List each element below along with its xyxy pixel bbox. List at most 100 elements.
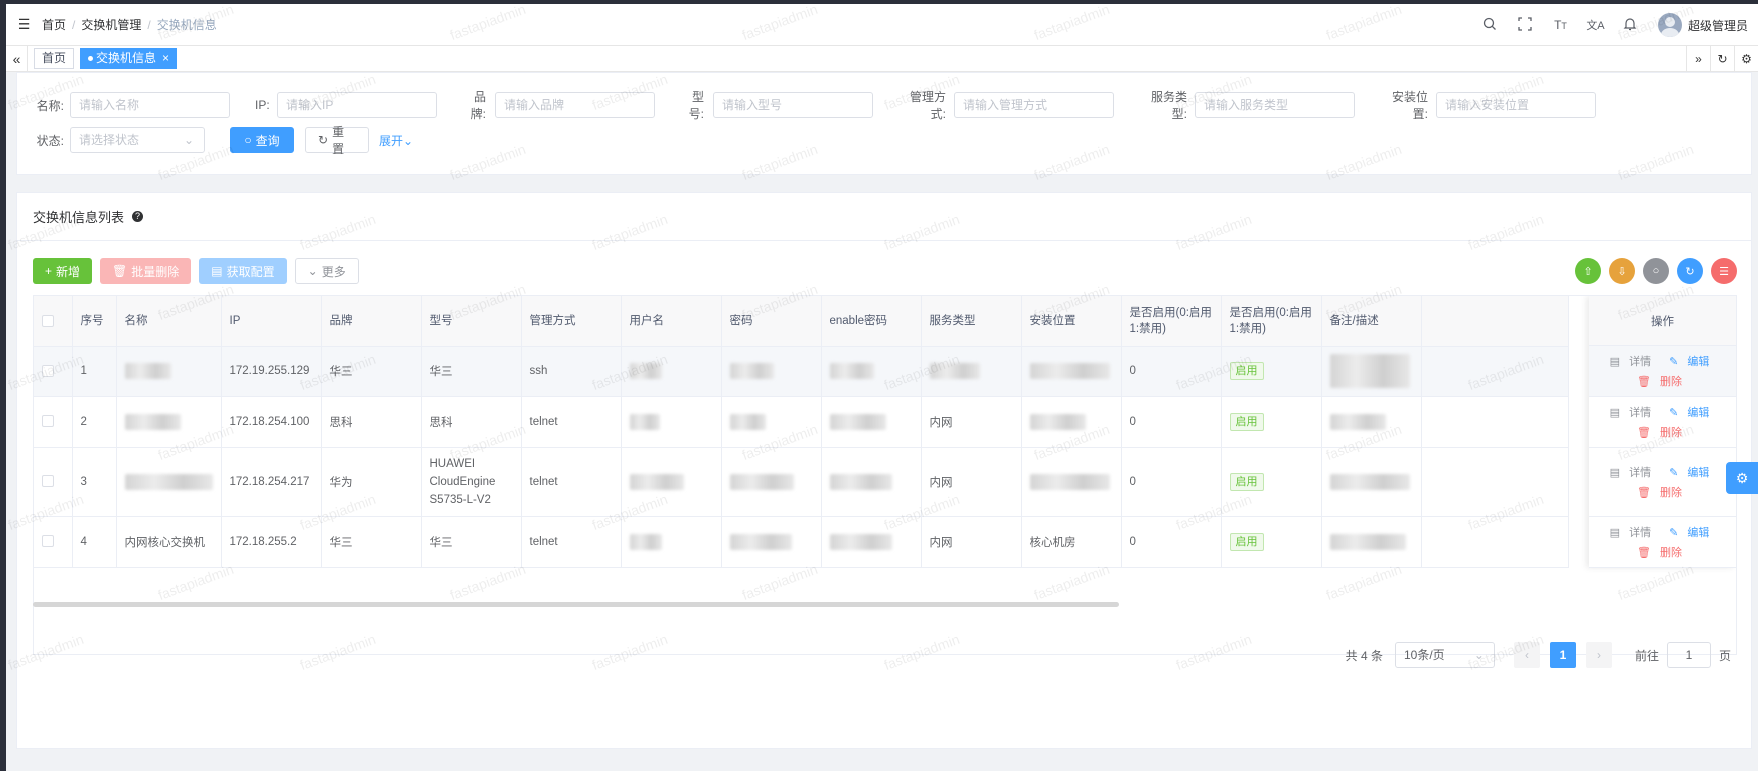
- status-select[interactable]: 请选择状态 ⌄: [70, 127, 205, 153]
- font-size-icon[interactable]: TT: [1543, 18, 1578, 32]
- select-all-checkbox[interactable]: [42, 314, 54, 327]
- tag-current[interactable]: 交换机信息 ×: [80, 48, 178, 69]
- column-header: 用户名: [621, 296, 722, 347]
- redacted-text: [124, 363, 171, 379]
- delete-button[interactable]: 🗑 删除: [1637, 424, 1688, 440]
- bell-icon[interactable]: [1613, 17, 1648, 34]
- search-row-2: 状态: 请选择状态 ⌄ ○ 查询 ↻ 重置 展开⌄: [27, 125, 413, 156]
- delete-button[interactable]: 🗑 删除: [1637, 484, 1688, 500]
- table-row[interactable]: 3 172.18.254.217 华为 HUAWEI CloudEngine S…: [34, 447, 1569, 517]
- field-label: 名称:: [36, 98, 64, 113]
- close-icon[interactable]: ×: [162, 51, 169, 65]
- page-number[interactable]: 1: [1549, 642, 1576, 668]
- location-input[interactable]: 请输入安装位置: [1436, 92, 1596, 118]
- detail-button[interactable]: ▤ 详情: [1610, 404, 1657, 420]
- cell-no: 4: [72, 516, 117, 568]
- query-button[interactable]: ○ 查询: [230, 127, 294, 153]
- cell-remark: [1321, 516, 1422, 568]
- breadcrumb-switch-mgmt[interactable]: 交换机管理: [81, 16, 141, 33]
- edit-button[interactable]: ✎ 编辑: [1669, 464, 1715, 480]
- refresh-icon[interactable]: ↻: [1677, 258, 1703, 284]
- edit-button[interactable]: ✎ 编辑: [1669, 524, 1715, 540]
- delete-button[interactable]: 🗑 删除: [1637, 544, 1688, 560]
- next-page-button[interactable]: ›: [1585, 642, 1612, 668]
- export-icon[interactable]: ⇩: [1609, 258, 1635, 284]
- table-row[interactable]: 2 172.18.254.100 思科 思科 telnet 内网 0 启用: [34, 396, 1569, 448]
- row-checkbox[interactable]: [42, 415, 54, 428]
- field-service: 服务类型: 请输入服务类型: [1139, 88, 1355, 122]
- avatar[interactable]: [1657, 13, 1682, 37]
- field-label: IP:: [255, 98, 270, 112]
- brand-input[interactable]: 请输入品牌: [495, 92, 655, 118]
- cell-service: 内网: [921, 396, 1022, 448]
- table-row[interactable]: 4 内网核心交换机 172.18.255.2 华三 华三 telnet 内网 核…: [34, 516, 1569, 568]
- toolbar: + 新增 🗑 批量删除 ▤ 获取配置 ⌄ 更多: [33, 258, 367, 284]
- tag-home[interactable]: 首页: [34, 48, 75, 69]
- question-icon[interactable]: ?: [132, 211, 144, 222]
- edit-button[interactable]: ✎ 编辑: [1669, 353, 1715, 369]
- table-row[interactable]: 1 172.19.255.129 华三 华三 ssh 0 启用: [34, 346, 1569, 397]
- cell-model: 思科: [421, 396, 522, 448]
- edit-label: 编辑: [1687, 527, 1710, 539]
- breadcrumb-home[interactable]: 首页: [42, 16, 66, 33]
- username[interactable]: 超级管理员: [1688, 17, 1748, 34]
- batch-delete-button[interactable]: 🗑 批量删除: [100, 258, 192, 284]
- tags-scroll-right-icon[interactable]: »: [1686, 46, 1710, 72]
- reset-button[interactable]: ↻ 重置: [305, 125, 369, 156]
- column-settings-icon[interactable]: ☰: [1711, 258, 1737, 284]
- field-name: 名称: 请输入名称: [27, 92, 230, 118]
- search-form: 名称: 请输入名称 IP: 请输入IP 品牌: 请输入品牌 型号: 请输入型号 …: [16, 72, 1752, 175]
- cell-no: 1: [72, 346, 117, 397]
- delete-label: 删除: [1660, 427, 1683, 439]
- fullscreen-icon[interactable]: [1508, 16, 1543, 34]
- cell-brand: 华为: [321, 447, 422, 517]
- import-icon[interactable]: ⇧: [1575, 258, 1601, 284]
- status-badge: 启用: [1229, 412, 1264, 431]
- field-location: 安装位置: 请输入安装位置: [1380, 88, 1596, 122]
- cell-name: [116, 396, 222, 448]
- cell-service: [921, 346, 1022, 397]
- settings-drawer-icon[interactable]: ⚙: [1726, 462, 1758, 494]
- name-input[interactable]: 请输入名称: [70, 92, 230, 118]
- cell-enabled: 0: [1121, 346, 1222, 397]
- gear-icon[interactable]: ⚙: [1734, 46, 1758, 72]
- delete-button[interactable]: 🗑 删除: [1637, 373, 1688, 389]
- row-checkbox[interactable]: [42, 364, 54, 377]
- goto-page-input[interactable]: 1: [1666, 642, 1711, 668]
- refresh-icon: ↻: [318, 133, 329, 147]
- chevron-down-icon: ⌄: [1473, 648, 1484, 662]
- plus-icon: +: [45, 264, 53, 278]
- fetch-config-button[interactable]: ▤ 获取配置: [199, 258, 287, 284]
- refresh-icon[interactable]: ↻: [1710, 46, 1734, 72]
- mgmt-input[interactable]: 请输入管理方式: [954, 92, 1114, 118]
- translate-icon[interactable]: 文A: [1578, 17, 1613, 33]
- more-button[interactable]: ⌄ 更多: [294, 258, 359, 284]
- cell-brand: 华三: [321, 346, 422, 397]
- prev-page-button[interactable]: ‹: [1513, 642, 1540, 668]
- row-select: [34, 516, 73, 568]
- horizontal-scrollbar[interactable]: [33, 602, 1119, 607]
- hamburger-icon[interactable]: ☰: [6, 16, 42, 33]
- model-input[interactable]: 请输入型号: [713, 92, 873, 118]
- pagination: 共 4 条 10条/页 ⌄ ‹ 1 › 前往 1 页: [1346, 642, 1731, 668]
- edit-button[interactable]: ✎ 编辑: [1669, 404, 1715, 420]
- detail-button[interactable]: ▤ 详情: [1610, 464, 1657, 480]
- service-input[interactable]: 请输入服务类型: [1195, 92, 1355, 118]
- cell-ip: 172.18.254.217: [221, 447, 322, 517]
- app: ☰ 首页 / 交换机管理 / 交换机信息 TT 文A 超级管理员 « 首页 交换…: [6, 1, 1758, 771]
- cell-spacer: [1421, 346, 1569, 397]
- tags-scroll-left-icon[interactable]: «: [6, 45, 28, 72]
- add-button[interactable]: + 新增: [33, 258, 93, 284]
- row-checkbox[interactable]: [42, 535, 54, 548]
- field-label: 品牌:: [470, 90, 486, 121]
- row-checkbox[interactable]: [42, 475, 54, 488]
- expand-button[interactable]: 展开⌄: [379, 132, 413, 149]
- detail-button[interactable]: ▤ 详情: [1610, 353, 1657, 369]
- ip-input[interactable]: 请输入IP: [277, 92, 437, 118]
- search-toggle-icon[interactable]: ○: [1643, 258, 1669, 284]
- delete-label: 删除: [1660, 376, 1683, 388]
- search-icon[interactable]: [1473, 17, 1508, 34]
- page-size-select[interactable]: 10条/页 ⌄: [1394, 642, 1495, 668]
- status-placeholder: 请选择状态: [79, 133, 140, 147]
- detail-button[interactable]: ▤ 详情: [1610, 524, 1657, 540]
